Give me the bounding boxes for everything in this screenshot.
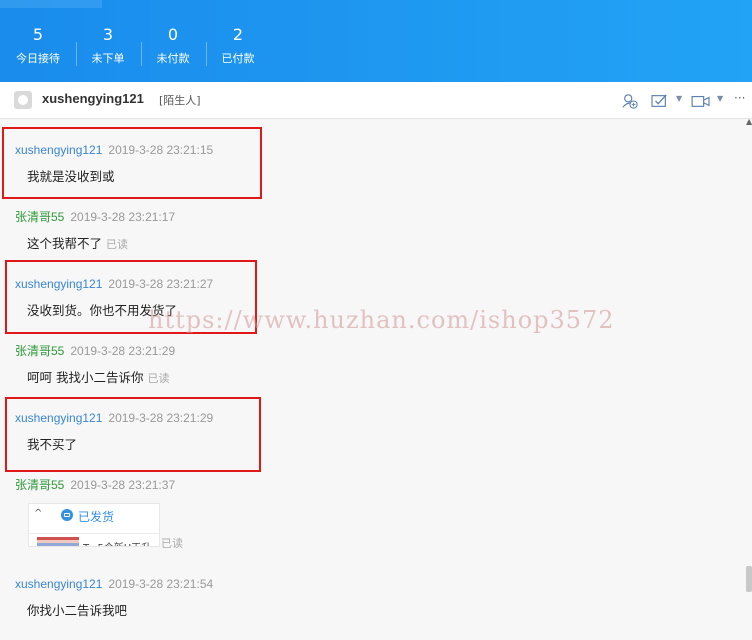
- message-text: 你找小二告诉我吧: [27, 603, 128, 618]
- scrollbar-thumb[interactable]: [746, 566, 752, 592]
- shipped-icon: [61, 509, 73, 521]
- product-title[interactable]: T=5个新U王升: [83, 539, 151, 546]
- message-text: 呵呵 我找小二告诉你: [27, 370, 144, 385]
- more-icon[interactable]: ···: [734, 90, 745, 106]
- chevron-up-icon[interactable]: ^: [34, 508, 42, 519]
- divider: [29, 533, 159, 534]
- stat-today-received[interactable]: 5 今日接待: [6, 26, 70, 66]
- stats-bar: 5 今日接待 3 未下单 0 未付款 2 已付款: [0, 0, 752, 82]
- message: 张清哥55 2019-3-28 23:21:29 呵呵 我找小二告诉你 已读: [15, 344, 175, 387]
- stat-label: 未付款: [156, 52, 190, 65]
- message: 张清哥55 2019-3-28 23:21:17 这个我帮不了 已读: [15, 210, 175, 253]
- product-thumbnail[interactable]: [37, 537, 79, 546]
- stat-unpaid[interactable]: 0 未付款: [141, 26, 205, 66]
- message: xushengying121 2019-3-28 23:21:54 你找小二告诉我…: [15, 577, 213, 619]
- watermark: https://www.huzhan.com/ishop3572: [148, 306, 615, 334]
- stat-label: 未下单: [91, 52, 125, 65]
- contact-tag: [陌生人]: [159, 94, 201, 107]
- stat-label: 已付款: [221, 52, 255, 65]
- chat-header: xushengying121 [陌生人] ▼ ▼ ···: [0, 82, 752, 119]
- chevron-down-icon[interactable]: ▼: [676, 94, 682, 103]
- contact-name[interactable]: xushengying121: [42, 91, 144, 106]
- timestamp: 2019-3-28 23:21:54: [108, 577, 214, 591]
- stats-corner-tab: [0, 0, 102, 8]
- timestamp: 2019-3-28 23:21:29: [70, 344, 176, 358]
- read-status: 已读: [147, 372, 170, 385]
- order-check-icon[interactable]: [650, 93, 670, 109]
- video-icon[interactable]: [690, 93, 712, 109]
- timestamp: 2019-3-28 23:21:17: [70, 210, 176, 224]
- chevron-down-icon[interactable]: ▼: [717, 94, 723, 103]
- stat-paid[interactable]: 2 已付款: [206, 26, 270, 66]
- read-status: 已读: [106, 238, 129, 251]
- stat-label: 今日接待: [16, 52, 60, 65]
- order-card[interactable]: ^ 已发货 T=5个新U王升: [28, 503, 160, 547]
- read-status: 已读: [161, 537, 183, 550]
- stat-value: 2: [232, 25, 244, 44]
- message: 张清哥55 2019-3-28 23:21:37: [15, 478, 175, 492]
- message-text: 这个我帮不了: [27, 236, 103, 251]
- stat-no-order[interactable]: 3 未下单: [76, 26, 140, 66]
- stat-value: 3: [102, 25, 114, 44]
- sender-name[interactable]: 张清哥55: [15, 478, 64, 492]
- sender-name[interactable]: 张清哥55: [15, 210, 64, 224]
- highlight-box: [2, 127, 262, 199]
- avatar[interactable]: [14, 91, 32, 109]
- stat-value: 0: [167, 25, 179, 44]
- sender-name[interactable]: 张清哥55: [15, 344, 64, 358]
- stat-value: 5: [32, 25, 44, 44]
- add-contact-icon[interactable]: [620, 93, 640, 109]
- highlight-box: [5, 397, 261, 472]
- sender-name[interactable]: xushengying121: [15, 577, 102, 591]
- order-status-label: 已发货: [78, 510, 115, 524]
- scroll-up-arrow-icon[interactable]: ▲: [746, 117, 752, 127]
- timestamp: 2019-3-28 23:21:37: [70, 478, 176, 492]
